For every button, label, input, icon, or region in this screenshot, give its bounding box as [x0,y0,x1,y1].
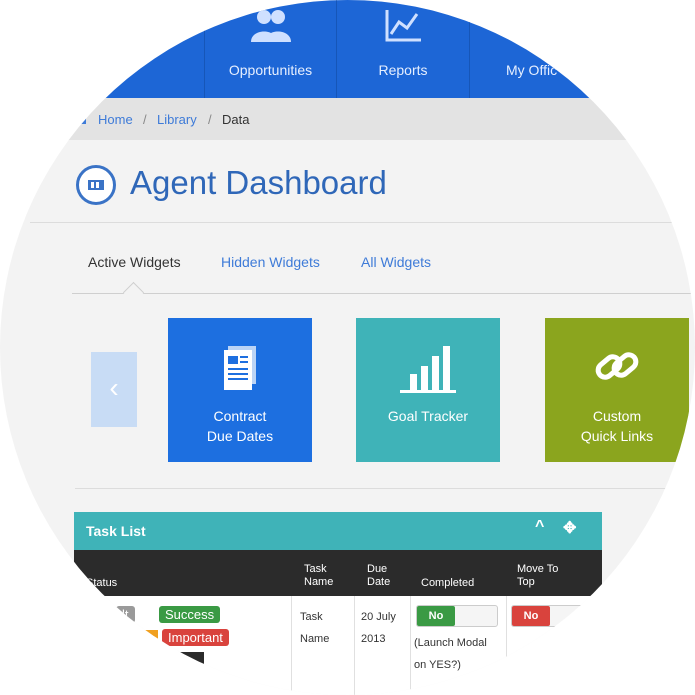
breadcrumb-data: Data [222,112,250,127]
completed-toggle[interactable]: No [416,605,498,627]
chart-line-icon [383,8,423,47]
collapse-icon[interactable]: ^ [535,518,544,536]
move-icon[interactable]: ✥ [563,518,576,538]
widget-goal-tracker[interactable]: Goal Tracker [356,318,500,462]
column-divider [291,596,292,695]
task-name-cell: Task Name [300,611,330,645]
column-due-date: Due Date [367,563,391,588]
move-to-top-toggle[interactable]: No [511,605,585,627]
task-list-header [74,512,602,550]
carousel-prev-button[interactable]: ‹ [91,352,137,427]
tab-hidden-widgets[interactable]: Hidden Widgets [221,254,320,270]
completed-note: (Launch Modal on YES?) [414,637,487,671]
due-date-cell: 20 July 2013 [361,611,396,645]
column-divider [354,596,355,695]
status-badge: lt [116,606,135,623]
column-status: Status [86,577,118,589]
widget-contract-due-dates[interactable]: Contract Due Dates [168,318,312,462]
nav-item-label: board [80,62,116,78]
widget-custom-quick-links[interactable]: Custom Quick Links [545,318,689,462]
divider [30,222,695,223]
bar-chart-icon [398,344,458,397]
column-divider [506,596,507,695]
nav-item-reports[interactable]: Reports [337,0,470,98]
column-completed: Completed [421,577,475,589]
status-badge-warning [142,630,158,650]
breadcrumb-home[interactable]: Home [98,112,133,127]
nav-item-label: My Offic [506,62,558,78]
widget-label: Custom Quick Links [580,408,654,444]
nav-item-opportunities[interactable]: Opportunities [205,0,337,98]
document-icon [220,344,260,395]
nav-item-my-office[interactable]: My Offic [470,0,695,98]
users-icon [247,8,295,47]
breadcrumb-separator: / [143,112,147,127]
status-badge-success: Success [159,606,221,623]
column-move-to-top: Move To Top [517,563,559,588]
column-task-name: Task Name [304,563,334,588]
widget-label: Goal Tracker [387,408,469,424]
tab-all-widgets[interactable]: All Widgets [361,254,431,270]
nav-item-label: Opportunities [228,62,313,78]
home-icon [78,112,86,124]
nav-item-label: Reports [378,62,428,78]
breadcrumb-separator: / [208,112,212,127]
tab-active-widgets[interactable]: Active Widgets [88,254,181,270]
status-badge-dark [166,652,204,666]
status-badge-important: Important [162,629,229,646]
breadcrumb-library[interactable]: Library [157,112,197,127]
divider [75,488,695,489]
nav-item-dashboard[interactable]: board [0,0,205,98]
active-tab-caret [122,281,145,304]
tab-underline [72,293,695,294]
toggle-state: No [512,606,550,626]
link-icon [591,344,643,391]
widget-label: Contract Due Dates [206,408,274,444]
top-navigation: board Opportunities Reports My Offic [0,0,695,98]
page-title: Agent Dashboard [130,164,387,201]
task-list-title: Task List [86,523,146,539]
dashboard-title-icon [76,165,116,205]
column-divider [410,596,411,695]
toggle-state: No [417,606,455,626]
dashboard-screenshot-circle: board Opportunities Reports My Offic Hom… [0,0,695,695]
